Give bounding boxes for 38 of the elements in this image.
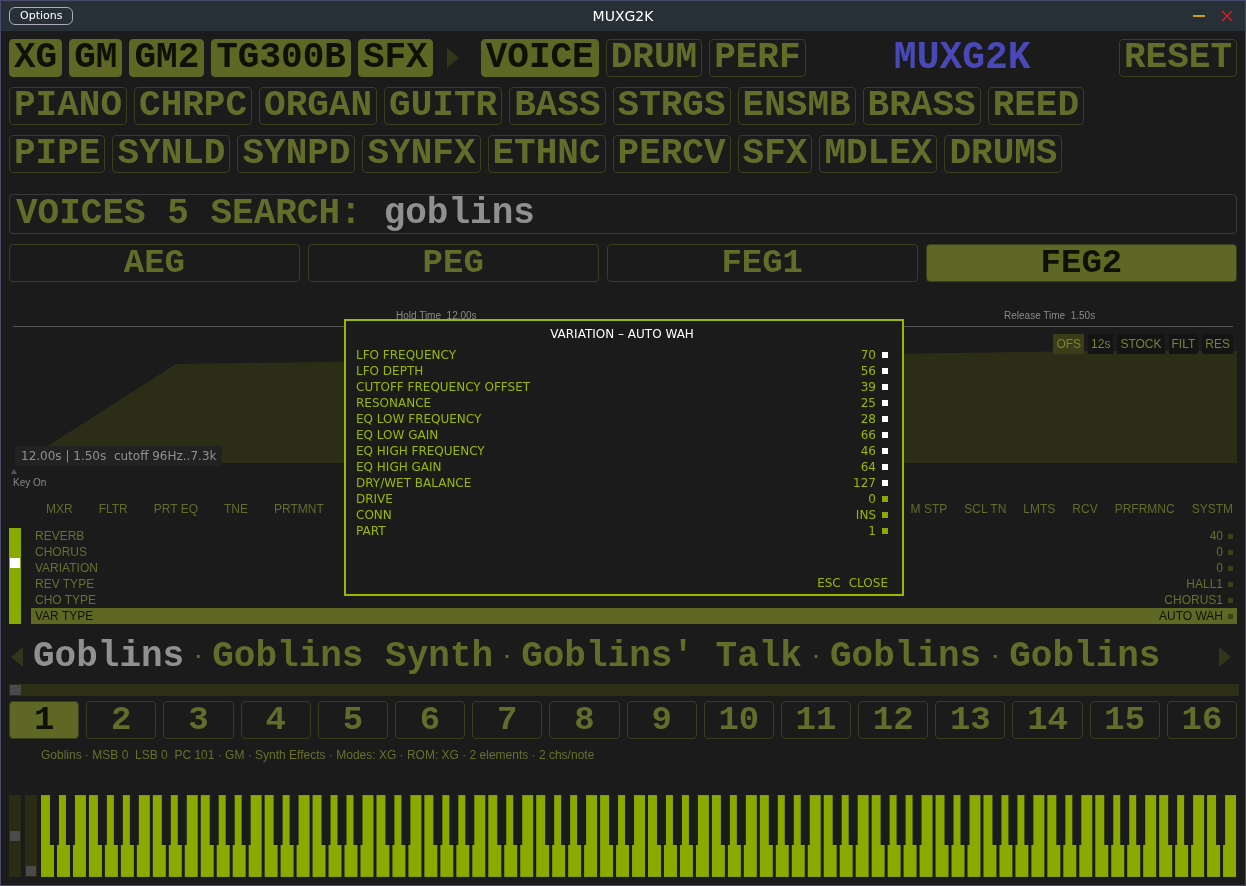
voice-info: Goblins · MSB 0 LSB 0 PC 101 · GM · Synth Effects · Modes: XG · ROM: XG · 2 elements · 2 chs/note — [41, 747, 596, 764]
parameter-label: REV TYPE — [35, 576, 95, 592]
parameter-label: VAR TYPE — [35, 608, 94, 624]
dialog-title: VARIATION – AUTO WAH — [549, 326, 695, 343]
parameter-label: CHORUS — [35, 544, 87, 560]
parameter-value: CHORUS1 — [1164, 592, 1223, 608]
parameter-label: DRY/WET BALANCE — [356, 475, 472, 491]
separator-dot: · — [810, 647, 822, 667]
logo: MUXG2K — [893, 39, 1031, 77]
search-value: goblins — [383, 196, 535, 232]
parameter-label: DRIVE — [356, 491, 393, 507]
parameter-label: EQ LOW GAIN — [356, 427, 439, 443]
hold-time-label: Hold Time 12.00s — [396, 309, 477, 323]
parameter-label: RESONANCE — [356, 395, 432, 411]
parameter-label: LFO DEPTH — [356, 363, 424, 379]
parameter-label: CHO TYPE — [35, 592, 97, 608]
parameter-value: HALL1 — [1186, 576, 1223, 592]
parameter-label: PART — [356, 523, 386, 539]
parameter-value: 0 — [1216, 560, 1223, 576]
envelope-summary: 12.00s | 1.50s cutoff 96Hz..7.3k — [15, 446, 223, 466]
search-label: VOICES 5 SEARCH: — [16, 196, 362, 232]
separator-dot: · — [989, 647, 1002, 667]
parameter-label: CONN — [356, 507, 392, 523]
parameter-label: REVERB — [35, 528, 85, 544]
parameter-label: VARIATION — [35, 560, 98, 576]
parameter-label: LFO FREQUENCY — [356, 347, 456, 363]
separator-dot: · — [192, 647, 205, 667]
parameter-label: EQ HIGH GAIN — [356, 459, 442, 475]
parameter-value: 0 — [1216, 544, 1223, 560]
parameter-label: EQ LOW FREQUENCY — [356, 411, 482, 427]
separator-dot: · — [501, 647, 514, 667]
window-title: MUXG2K — [592, 6, 654, 26]
parameter-value: AUTO WAH — [1159, 608, 1223, 624]
release-time-label: Release Time 1.50s — [1004, 309, 1096, 323]
parameter-label: EQ HIGH FREQUENCY — [356, 443, 485, 459]
key-on-label: Key On — [13, 476, 47, 490]
parameter-value: 40 — [1209, 528, 1223, 544]
parameter-label: CUTOFF FREQUENCY OFFSET — [356, 379, 531, 395]
